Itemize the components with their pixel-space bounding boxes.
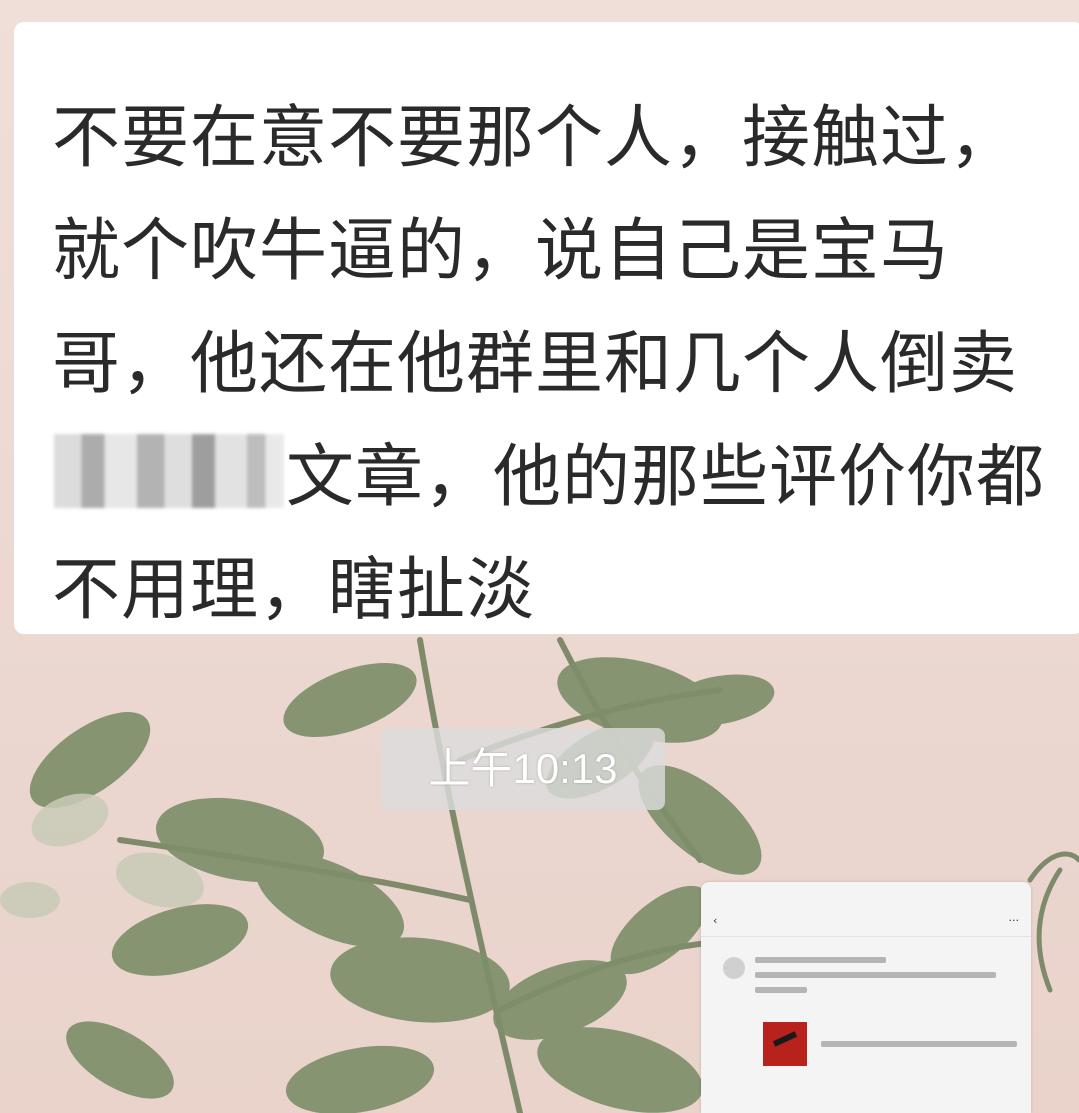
back-chevron-icon: ‹ [713, 913, 718, 927]
message-timestamp: 上午10:13 [381, 728, 665, 810]
image-message-thumbnail[interactable]: ‹ ··· [701, 882, 1031, 1113]
received-message-bubble[interactable]: 不要在意不要那个人，接触过，就个吹牛逼的，说自己是宝马哥，他还在他群里和几个人倒… [14, 22, 1079, 634]
thumbnail-status-bar [701, 882, 1031, 904]
censored-mosaic [54, 434, 284, 508]
message-text-part-1: 不要在意不要那个人，接触过，就个吹牛逼的，说自己是宝马哥，他还在他群里和几个人倒… [52, 99, 1019, 404]
avatar [723, 957, 745, 979]
more-icon: ··· [1008, 913, 1020, 927]
article-cover-image [763, 1022, 807, 1066]
thumbnail-nav-bar: ‹ ··· [701, 904, 1031, 937]
message-text: 不要在意不要那个人，接触过，就个吹牛逼的，说自己是宝马哥，他还在他群里和几个人倒… [52, 82, 1074, 647]
thumbnail-list-item [701, 937, 1031, 1002]
thumbnail-article-card [763, 1022, 1017, 1066]
